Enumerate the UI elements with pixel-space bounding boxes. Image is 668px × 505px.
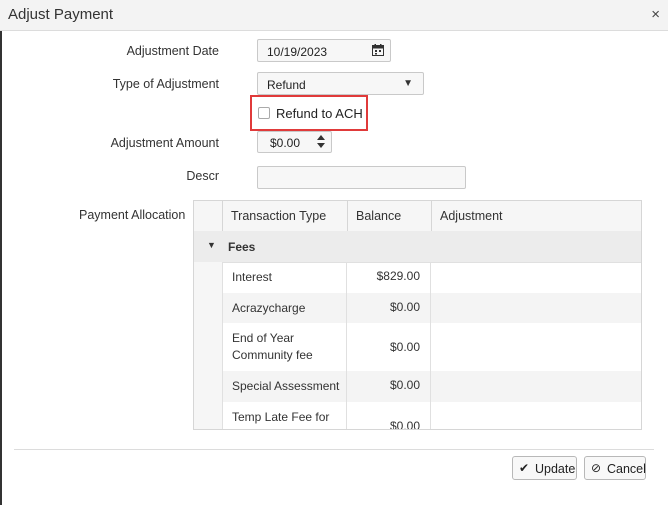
spin-up-icon[interactable] [317,135,325,140]
table-row: Special Assessment $0.00 [194,371,641,402]
cell-balance: $829.00 [347,262,431,293]
cell-adjustment[interactable] [431,402,641,429]
group-row-fees[interactable]: ▼ Fees [194,231,641,263]
calendar-icon[interactable] [372,44,384,56]
cell-balance: $0.00 [347,371,431,402]
adjustment-date-value: 10/19/2023 [267,45,328,59]
adjustment-amount-value: $0.00 [270,136,301,150]
type-of-adjustment-label: Type of Adjustment [112,77,219,91]
adjustment-amount-stepper[interactable]: $0.00 [257,131,332,153]
cell-balance: $0.00 [347,323,431,371]
cell-transaction-type: End of Year Community fee [222,323,347,371]
column-adjustment[interactable]: Adjustment [431,201,641,231]
cell-balance: $0.00 [347,293,431,323]
footer-divider [14,449,654,450]
column-balance[interactable]: Balance [347,201,431,231]
table-row: Acrazycharge $0.00 [194,293,641,323]
cell-adjustment[interactable] [431,323,641,371]
cell-adjustment[interactable] [431,262,641,293]
window-edge [0,0,2,505]
type-of-adjustment-value: Refund [267,78,306,92]
spinner-icon[interactable] [317,135,325,149]
update-button[interactable]: ✔ Update [512,456,577,480]
table-row: End of Year Community fee $0.00 [194,323,641,371]
dialog-title: Adjust Payment [8,6,114,23]
group-label: Fees [228,240,256,254]
descr-input[interactable] [257,166,466,189]
grid-header: Transaction Type Balance Adjustment [194,201,641,232]
cell-transaction-type: Acrazycharge [222,293,347,323]
refund-to-ach-label[interactable]: Refund to ACH [276,106,363,121]
cancel-button[interactable]: ⊘ Cancel [584,456,646,480]
dialog-titlebar: Adjust Payment × [0,0,668,31]
adjustment-amount-label: Adjustment Amount [110,136,219,150]
cell-balance: $0.00 [347,402,431,429]
table-row: Interest $829.00 [194,262,641,293]
adjustment-date-input[interactable]: 10/19/2023 [257,39,391,62]
cell-transaction-type: Interest [222,262,347,293]
cancel-button-label: Cancel [607,462,646,476]
cell-transaction-type: Temp Late Fee for [222,402,347,429]
cell-adjustment[interactable] [431,371,641,402]
cancel-icon: ⊘ [591,461,602,475]
cell-adjustment[interactable] [431,293,641,323]
adjustment-date-label: Adjustment Date [126,44,219,58]
descr-label: Descr [186,169,219,183]
payment-allocation-label: Payment Allocation [79,208,186,222]
column-transaction-type[interactable]: Transaction Type [222,201,347,231]
adjust-payment-dialog: Adjust Payment × Adjustment Date 10/19/2… [0,0,668,505]
spin-down-icon[interactable] [317,143,325,148]
caret-down-icon: ▼ [403,78,413,89]
check-icon: ✔ [519,461,530,475]
close-icon[interactable]: × [651,6,660,23]
cell-transaction-type: Special Assessment [222,371,347,402]
refund-to-ach-checkbox[interactable] [258,107,270,119]
update-button-label: Update [535,462,576,476]
payment-allocation-grid: Transaction Type Balance Adjustment ▼ Fe… [193,200,642,430]
table-row: Temp Late Fee for $0.00 [194,402,641,429]
type-of-adjustment-select[interactable]: Refund ▼ [257,72,424,95]
collapse-triangle-icon[interactable]: ▼ [207,240,216,250]
